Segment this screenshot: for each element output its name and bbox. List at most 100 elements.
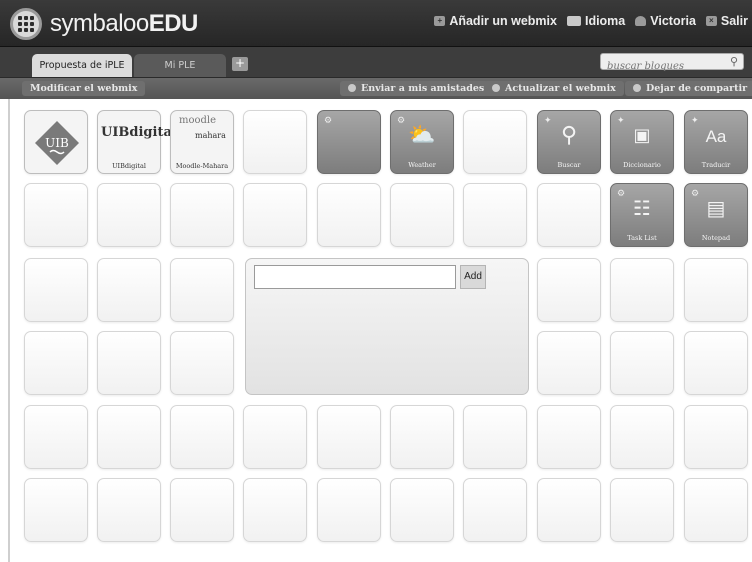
empty-tile[interactable] [170, 258, 234, 322]
tab-propuesta-iple[interactable]: Propuesta de iPLE [32, 54, 132, 77]
empty-tile[interactable] [97, 331, 161, 395]
empty-tile[interactable] [170, 405, 234, 469]
uib-logo-icon: UIB [35, 121, 79, 165]
tile-weather[interactable]: ⚙ ⛅ Weather [390, 110, 454, 174]
tile-notepad[interactable]: ⚙ ▤ Notepad [684, 183, 748, 247]
empty-tile[interactable] [610, 478, 674, 542]
send-friends-button[interactable]: Enviar a mis amistades [340, 81, 493, 96]
empty-tile[interactable] [390, 478, 454, 542]
empty-tile[interactable] [97, 183, 161, 247]
logo-text: symbalooEDU [50, 10, 198, 37]
logout-button[interactable]: × Salir [705, 14, 748, 28]
empty-tile[interactable] [463, 110, 527, 174]
tile-traducir[interactable]: ✦ Aa Traducir [684, 110, 748, 174]
empty-tile[interactable] [97, 405, 161, 469]
mahara-logo: mahara [195, 131, 226, 140]
empty-tile[interactable] [463, 478, 527, 542]
user-icon [635, 16, 647, 26]
empty-tile[interactable] [170, 183, 234, 247]
empty-tile[interactable] [24, 183, 88, 247]
symbaloo-logo[interactable]: symbalooEDU [10, 8, 198, 40]
gear-icon: ⚙ [324, 116, 333, 126]
empty-tile[interactable] [684, 405, 748, 469]
empty-tile[interactable] [610, 331, 674, 395]
weather-icon: ⛅ [408, 123, 436, 148]
tile-label: Moodle-Mahara [175, 162, 229, 170]
empty-tile[interactable] [317, 405, 381, 469]
empty-tile[interactable] [243, 405, 307, 469]
tile-label: Traducir [701, 161, 731, 169]
empty-tile[interactable] [243, 478, 307, 542]
tile-uib[interactable]: UIB [24, 110, 88, 174]
share-icon [633, 84, 641, 92]
user-button[interactable]: Victoria [635, 14, 696, 28]
book-icon: ▣ [633, 125, 651, 146]
tile-buscar[interactable]: ✦ ⚲ Buscar [537, 110, 601, 174]
tile-label: Weather [408, 161, 436, 169]
empty-tile[interactable] [537, 258, 601, 322]
empty-tile[interactable] [684, 478, 748, 542]
empty-tile[interactable] [243, 110, 307, 174]
empty-tile[interactable] [97, 478, 161, 542]
search-icon: ⚲ [560, 123, 578, 148]
pin-icon: ✦ [691, 116, 699, 126]
empty-tile[interactable] [24, 331, 88, 395]
tile-label: Notepad [701, 234, 731, 242]
search-input[interactable] [601, 59, 721, 74]
tile-label: Diccionario [623, 161, 661, 169]
empty-tile[interactable] [97, 258, 161, 322]
grid-logo-icon [10, 8, 42, 40]
empty-tile[interactable] [537, 331, 601, 395]
empty-tile[interactable] [610, 405, 674, 469]
moodle-logo: moodle [179, 115, 217, 126]
notepad-icon: ▤ [706, 196, 726, 220]
task-list-widget: Add [245, 258, 529, 395]
empty-tile[interactable] [170, 331, 234, 395]
empty-tile[interactable] [390, 183, 454, 247]
empty-tile[interactable] [24, 258, 88, 322]
uibdigital-logo: UIBdigital [101, 125, 177, 140]
webmix-toolbar: Modificar el webmix Enviar a mis amistad… [0, 77, 752, 99]
refresh-icon [492, 84, 500, 92]
empty-tile[interactable] [610, 258, 674, 322]
tile-moodle-mahara[interactable]: moodle mahara Moodle-Mahara [170, 110, 234, 174]
empty-tile[interactable] [537, 478, 601, 542]
svg-text:UIB: UIB [45, 136, 69, 150]
tile-blank-dark[interactable]: ⚙ [317, 110, 381, 174]
add-tab-button[interactable]: + [232, 57, 248, 71]
empty-tile[interactable] [170, 478, 234, 542]
task-input[interactable] [254, 265, 456, 289]
tile-task-list[interactable]: ⚙ ☷ Task List [610, 183, 674, 247]
empty-tile[interactable] [463, 405, 527, 469]
people-icon [348, 84, 356, 92]
stop-sharing-button[interactable]: Dejar de compartir [625, 81, 752, 96]
translate-icon: Aa [705, 127, 727, 146]
checklist-icon: ☷ [633, 196, 651, 220]
empty-tile[interactable] [317, 183, 381, 247]
top-header: symbalooEDU + Añadir un webmix Idioma Vi… [0, 0, 752, 47]
empty-tile[interactable] [390, 405, 454, 469]
empty-tile[interactable] [684, 258, 748, 322]
add-task-button[interactable]: Add [460, 265, 486, 289]
language-button[interactable]: Idioma [566, 14, 625, 28]
update-webmix-button[interactable]: Actualizar el webmix [484, 81, 624, 96]
empty-tile[interactable] [317, 478, 381, 542]
search-box: ⚲ [600, 53, 744, 74]
tile-label: UIBdigital [112, 162, 146, 170]
empty-tile[interactable] [463, 183, 527, 247]
modify-webmix-button[interactable]: Modificar el webmix [22, 81, 146, 96]
empty-tile[interactable] [537, 183, 601, 247]
search-icon[interactable]: ⚲ [730, 55, 738, 68]
empty-tile[interactable] [24, 478, 88, 542]
tile-diccionario[interactable]: ✦ ▣ Diccionario [610, 110, 674, 174]
tile-uibdigital[interactable]: UIBdigital UIBdigital [97, 110, 177, 174]
tab-mi-ple[interactable]: Mi PLE [134, 54, 226, 77]
empty-tile[interactable] [243, 183, 307, 247]
flag-icon [566, 16, 581, 26]
add-webmix-button[interactable]: + Añadir un webmix [434, 14, 557, 28]
empty-tile[interactable] [537, 405, 601, 469]
plus-icon: + [434, 16, 446, 26]
empty-tile[interactable] [684, 331, 748, 395]
empty-tile[interactable] [24, 405, 88, 469]
tile-label: Task List [627, 234, 657, 242]
